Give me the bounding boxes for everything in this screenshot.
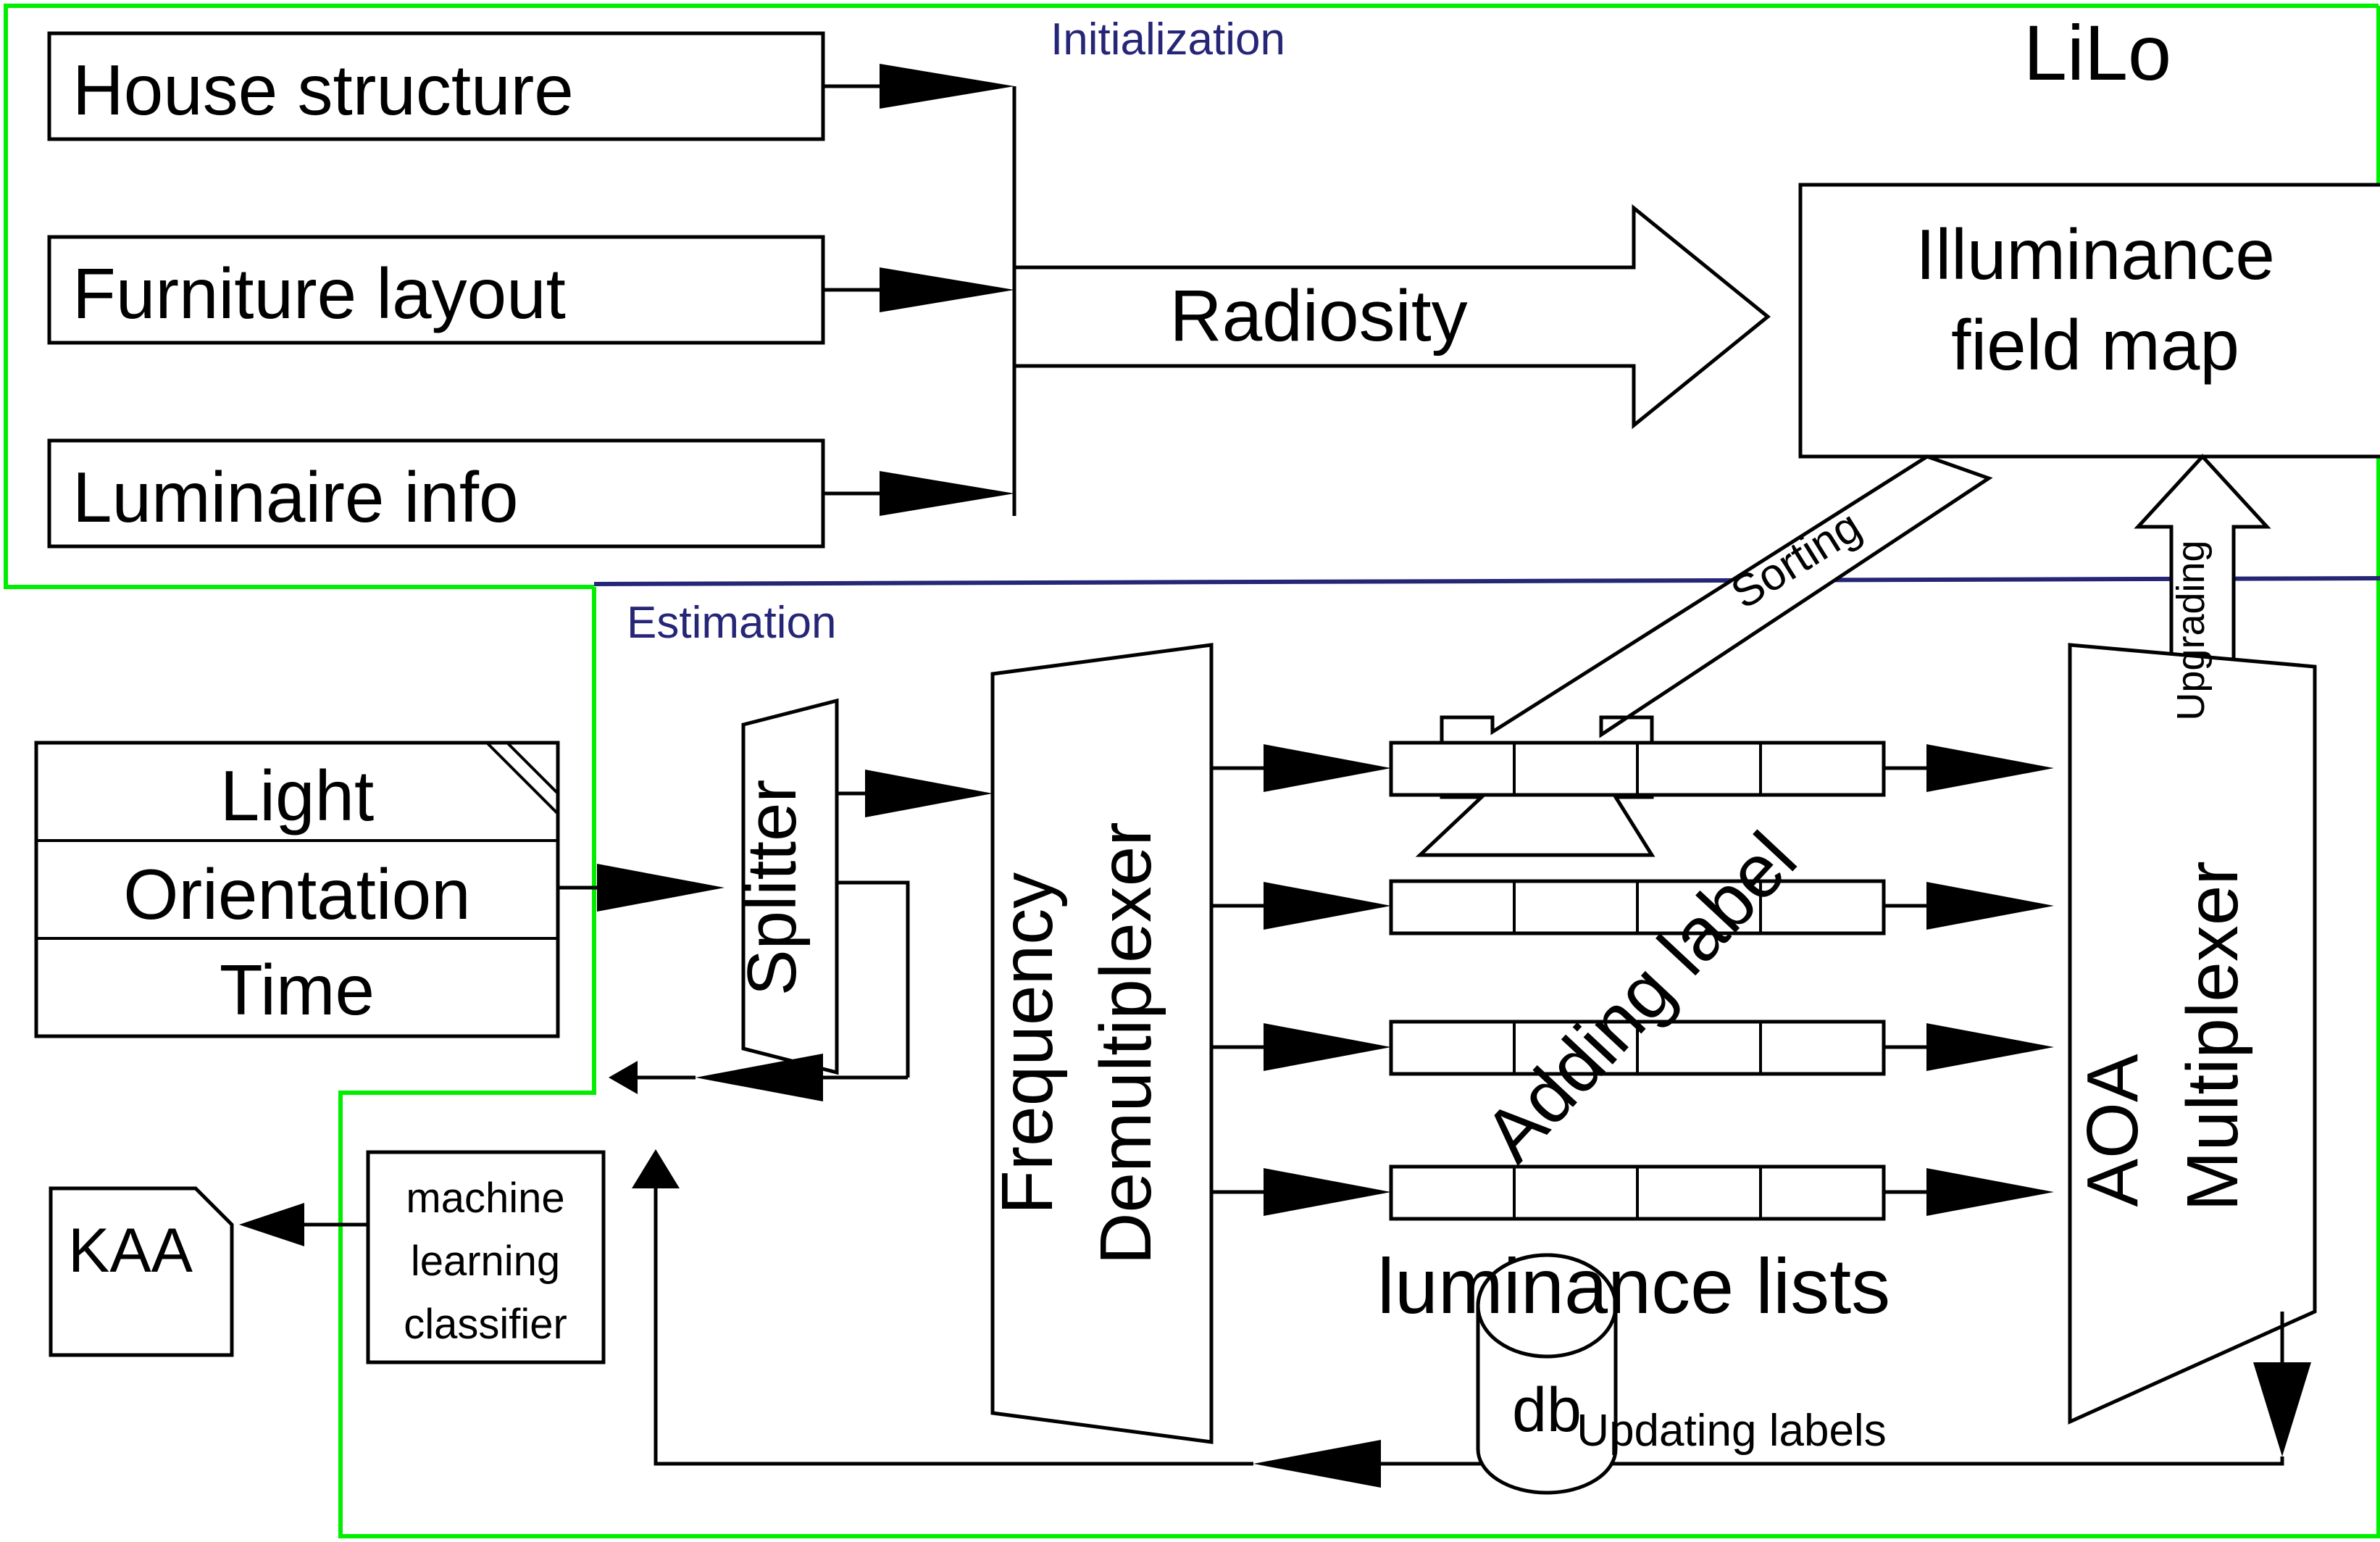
aoa-multiplexer-line1: AOA <box>2072 1054 2153 1206</box>
sensor-row-time: Time <box>220 950 375 1030</box>
upgrading-label: Upgrading <box>2169 540 2213 720</box>
input-label-furniture-layout: Furniture layout <box>72 254 566 333</box>
sensor-row-orientation: Orientation <box>123 854 470 934</box>
classifier-line1: machine <box>406 1175 564 1222</box>
page-title: LiLo <box>2024 9 2171 96</box>
input-label-house-structure: House structure <box>72 50 574 130</box>
aoa-multiplexer-line2: Multiplexer <box>2172 861 2253 1212</box>
luminance-lists-label: luminance lists <box>1377 1242 1890 1330</box>
frequency-demultiplexer-line2: Demultiplexer <box>1085 822 1166 1264</box>
input-label-luminaire-info: Luminaire info <box>72 457 519 537</box>
illuminance-field-map-line2: field map <box>1951 305 2239 385</box>
kaa-label: KAA <box>68 1216 193 1285</box>
illuminance-field-map-line1: Illuminance <box>1916 214 2275 294</box>
splitter-label: Splitter <box>733 780 811 996</box>
radiosity-label: Radiosity <box>1169 275 1467 357</box>
phase-label-initialization: Initialization <box>1051 14 1285 64</box>
diagram-text: Initialization Estimation LiLo House str… <box>68 9 2275 1456</box>
adding-label-annotation: Adding label <box>1469 817 1813 1178</box>
sorting-label: Sorting <box>1723 501 1870 619</box>
updating-labels-annotation: Updating labels <box>1577 1406 1886 1456</box>
classifier-line2: learning <box>411 1238 560 1285</box>
diagram-canvas: Initialization Estimation LiLo House str… <box>0 0 2380 1542</box>
phase-label-estimation: Estimation <box>627 598 836 648</box>
frequency-demultiplexer-line1: Frequency <box>987 872 1068 1214</box>
classifier-line3: classifier <box>404 1301 567 1348</box>
database-label: db <box>1512 1375 1582 1445</box>
sensor-row-light: Light <box>220 756 375 835</box>
